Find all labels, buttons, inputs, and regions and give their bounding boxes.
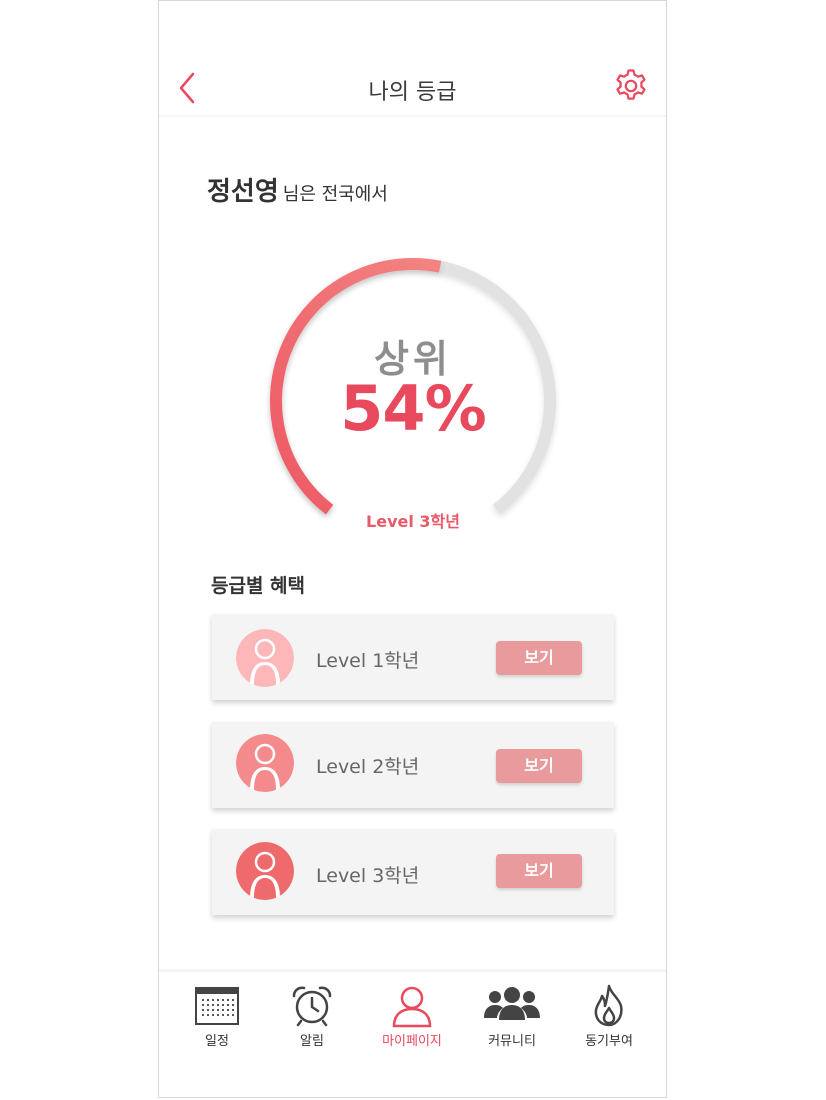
header: 나의 등급 xyxy=(159,59,666,117)
benefit-card-level-2: Level 2학년 보기 xyxy=(212,722,614,808)
person-avatar-icon xyxy=(236,629,294,687)
tab-label: 마이페이지 xyxy=(382,1034,442,1049)
level-label: Level 3학년 xyxy=(316,865,420,887)
group-icon xyxy=(484,987,540,1020)
level-label: Level 1학년 xyxy=(316,650,420,672)
rank-gauge: 상위 54% Level 3학년 xyxy=(258,246,568,546)
tab-schedule[interactable]: 일정 xyxy=(172,984,262,1054)
avatar xyxy=(236,734,294,792)
avatar xyxy=(236,842,294,900)
view-button[interactable]: 보기 xyxy=(496,749,582,783)
tab-alarm[interactable]: 알림 xyxy=(267,984,357,1054)
tab-label: 커뮤니티 xyxy=(488,1034,536,1049)
phone-frame: 나의 등급 정선영 님은 전국에서 상위 54% Level 3학년 등급별 혜… xyxy=(158,0,667,1098)
tab-mypage[interactable]: 마이페이지 xyxy=(367,984,457,1054)
calendar-icon xyxy=(195,987,239,1025)
view-button[interactable]: 보기 xyxy=(496,854,582,888)
greeting: 정선영 님은 전국에서 xyxy=(207,171,388,208)
person-avatar-icon xyxy=(236,734,294,792)
tab-motivation[interactable]: 동기부여 xyxy=(564,984,654,1054)
benefit-card-level-1: Level 1학년 보기 xyxy=(212,614,614,700)
current-level: Level 3학년 xyxy=(366,512,460,531)
avatar xyxy=(236,629,294,687)
benefit-card-level-3: Level 3학년 보기 xyxy=(212,829,614,915)
flame-icon xyxy=(594,984,623,1027)
bottom-tab-bar: 일정 알림 마이페이지 커뮤니티 동기부여 xyxy=(159,969,666,1100)
tab-label: 동기부여 xyxy=(585,1034,633,1049)
settings-button[interactable] xyxy=(612,67,650,105)
person-avatar-icon xyxy=(236,842,294,900)
page-title: 나의 등급 xyxy=(368,80,457,105)
tab-label: 알림 xyxy=(300,1034,324,1049)
tab-community[interactable]: 커뮤니티 xyxy=(467,984,557,1054)
rank-percent: 54% xyxy=(340,372,486,445)
gear-icon xyxy=(616,69,646,100)
tab-label: 일정 xyxy=(205,1034,229,1049)
benefits-title: 등급별 혜택 xyxy=(211,575,306,597)
greeting-suffix: 님은 전국에서 xyxy=(282,184,388,205)
person-icon xyxy=(392,986,432,1028)
alarm-clock-icon xyxy=(292,986,332,1027)
user-name: 정선영 xyxy=(207,177,279,207)
level-label: Level 2학년 xyxy=(316,756,420,778)
view-button[interactable]: 보기 xyxy=(496,641,582,675)
